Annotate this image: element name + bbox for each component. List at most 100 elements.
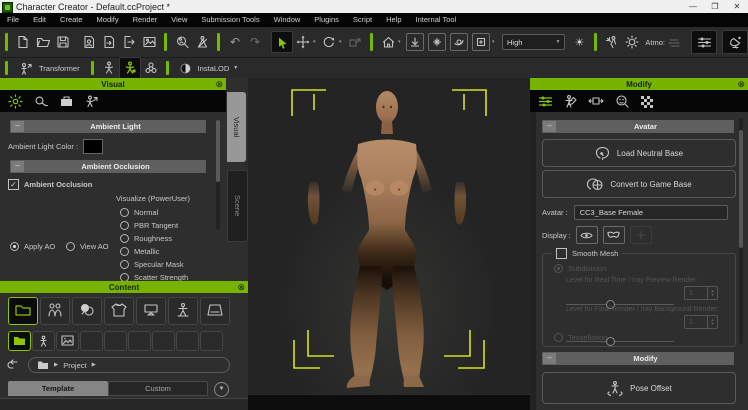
camera-frame-icon[interactable] — [472, 33, 490, 51]
convert-to-game-base-button[interactable]: Convert to Game Base — [542, 170, 736, 198]
scale-tool-icon[interactable] — [345, 32, 365, 52]
pivot-tool-icon[interactable] — [192, 32, 212, 52]
realtime-level-spinner[interactable]: 1 ▲▼ — [684, 286, 718, 300]
expand-chevron-icon[interactable]: ▼ — [214, 382, 229, 397]
merge-icon[interactable] — [99, 32, 119, 52]
radio-subdivision[interactable]: Subdivision — [554, 264, 606, 273]
skin-weight-icon[interactable] — [141, 58, 161, 78]
radio-normal[interactable]: Normal — [120, 208, 158, 217]
min-camera-icon[interactable] — [406, 33, 424, 51]
display-eye-button[interactable] — [576, 226, 598, 244]
visual-scrollbar[interactable] — [216, 120, 220, 230]
side-tab-scene[interactable]: Scene — [227, 170, 248, 242]
minimize-button[interactable]: — — [682, 0, 704, 13]
breadcrumb[interactable]: ▶ Project ▶ — [28, 357, 230, 373]
character-effect-icon[interactable] — [602, 32, 622, 52]
display-settings-icon[interactable] — [8, 94, 23, 109]
atmosphere-gear-icon[interactable] — [622, 32, 642, 52]
collapse-icon[interactable]: – — [11, 121, 24, 132]
menu-script[interactable]: Script — [346, 13, 379, 27]
subslot-empty-5[interactable] — [176, 331, 199, 351]
category-character-button[interactable] — [40, 297, 70, 325]
avatar-name-field[interactable] — [574, 205, 728, 220]
new-project-icon[interactable] — [13, 32, 33, 52]
category-project-button[interactable] — [8, 297, 38, 325]
menu-create[interactable]: Create — [53, 13, 90, 27]
facial-profile-icon[interactable] — [615, 94, 629, 108]
pose-reset-icon[interactable] — [84, 94, 99, 109]
subslot-image[interactable] — [56, 331, 79, 351]
menu-render[interactable]: Render — [126, 13, 165, 27]
export-icon[interactable] — [119, 32, 139, 52]
load-neutral-base-button[interactable]: Load Neutral Base — [542, 139, 736, 167]
transformer-button[interactable]: Transformer — [13, 62, 86, 75]
collapse-icon[interactable]: – — [11, 161, 24, 172]
menu-help[interactable]: Help — [379, 13, 408, 27]
subslot-folder[interactable] — [8, 331, 31, 351]
home-view-icon[interactable] — [378, 32, 398, 52]
radio-roughness[interactable]: Roughness — [120, 234, 172, 243]
ambient-occlusion-checkbox[interactable]: ✓ Ambient Occlusion — [8, 179, 92, 190]
subslot-empty-4[interactable] — [152, 331, 175, 351]
select-tool-icon[interactable] — [271, 31, 293, 53]
subslot-empty-2[interactable] — [104, 331, 127, 351]
collapse-icon[interactable]: – — [543, 353, 556, 364]
final-level-spinner[interactable]: 1 ▲▼ — [684, 315, 718, 329]
side-tab-visual[interactable]: Visual — [227, 92, 246, 162]
subslot-empty-3[interactable] — [128, 331, 151, 351]
close-button[interactable]: ✕ — [726, 0, 748, 13]
fog-icon[interactable] — [665, 32, 685, 52]
menu-internal-tool[interactable]: Internal Tool — [409, 13, 464, 27]
redo-icon[interactable]: ↷ — [245, 32, 265, 52]
fit-camera-icon[interactable] — [428, 33, 446, 51]
rotate-tool-icon[interactable] — [319, 32, 339, 52]
radio-metallic[interactable]: Metallic — [120, 247, 159, 256]
category-animation-button[interactable] — [168, 297, 198, 325]
subslot-empty-6[interactable] — [200, 331, 223, 351]
undo-icon[interactable]: ↶ — [225, 32, 245, 52]
toolbox-icon[interactable] — [59, 94, 74, 108]
zoom-to-character-icon[interactable] — [172, 32, 192, 52]
category-accessory-button[interactable] — [136, 297, 166, 325]
menu-submission-tools[interactable]: Submission Tools — [194, 13, 266, 27]
category-cloth-button[interactable] — [104, 297, 134, 325]
pose-offset-button[interactable]: Pose Offset — [542, 372, 736, 404]
morph-icon[interactable] — [588, 95, 604, 107]
close-icon[interactable]: ⊗ — [237, 281, 245, 293]
category-material-button[interactable] — [72, 297, 102, 325]
radio-apply-ao[interactable]: Apply AO — [10, 242, 55, 251]
render-dish-icon[interactable] — [722, 30, 748, 54]
close-icon[interactable]: ⊗ — [215, 78, 223, 90]
edit-pose-icon[interactable] — [99, 58, 119, 78]
orbit-camera-icon[interactable] — [450, 33, 468, 51]
breadcrumb-project[interactable]: Project — [63, 361, 86, 370]
close-icon[interactable]: ⊗ — [737, 78, 745, 90]
maximize-button[interactable]: ❐ — [704, 0, 726, 13]
menu-plugins[interactable]: Plugins — [307, 13, 346, 27]
menu-file[interactable]: File — [0, 13, 26, 27]
preview-light-icon[interactable]: ☀ — [569, 32, 589, 52]
menu-edit[interactable]: Edit — [26, 13, 53, 27]
back-button[interactable] — [6, 359, 22, 373]
display-mask-button[interactable] — [603, 226, 625, 244]
subslot-empty-1[interactable] — [80, 331, 103, 351]
attribute-sliders-icon[interactable] — [538, 95, 553, 108]
visual-settings-icon[interactable] — [691, 30, 717, 54]
radio-specular-mask[interactable]: Specular Mask — [120, 260, 184, 269]
tab-template[interactable]: Template — [8, 381, 108, 396]
camera-icon[interactable] — [33, 94, 49, 108]
edit-mesh-icon[interactable] — [119, 57, 141, 79]
category-stage-button[interactable] — [200, 297, 230, 325]
display-extra-button[interactable] — [630, 226, 652, 244]
radio-view-ao[interactable]: View AO — [66, 242, 109, 251]
texture-checker-icon[interactable] — [640, 95, 653, 108]
move-tool-icon[interactable] — [293, 32, 313, 52]
open-project-icon[interactable] — [33, 32, 53, 52]
viewport-3d[interactable] — [248, 78, 530, 410]
menu-window[interactable]: Window — [267, 13, 308, 27]
subslot-avatar[interactable] — [32, 331, 55, 351]
import-icon[interactable] — [79, 32, 99, 52]
edit-character-icon[interactable] — [564, 94, 577, 108]
tab-custom[interactable]: Custom — [108, 381, 208, 396]
instalod-button[interactable]: InstaLOD ▼ — [174, 63, 245, 74]
